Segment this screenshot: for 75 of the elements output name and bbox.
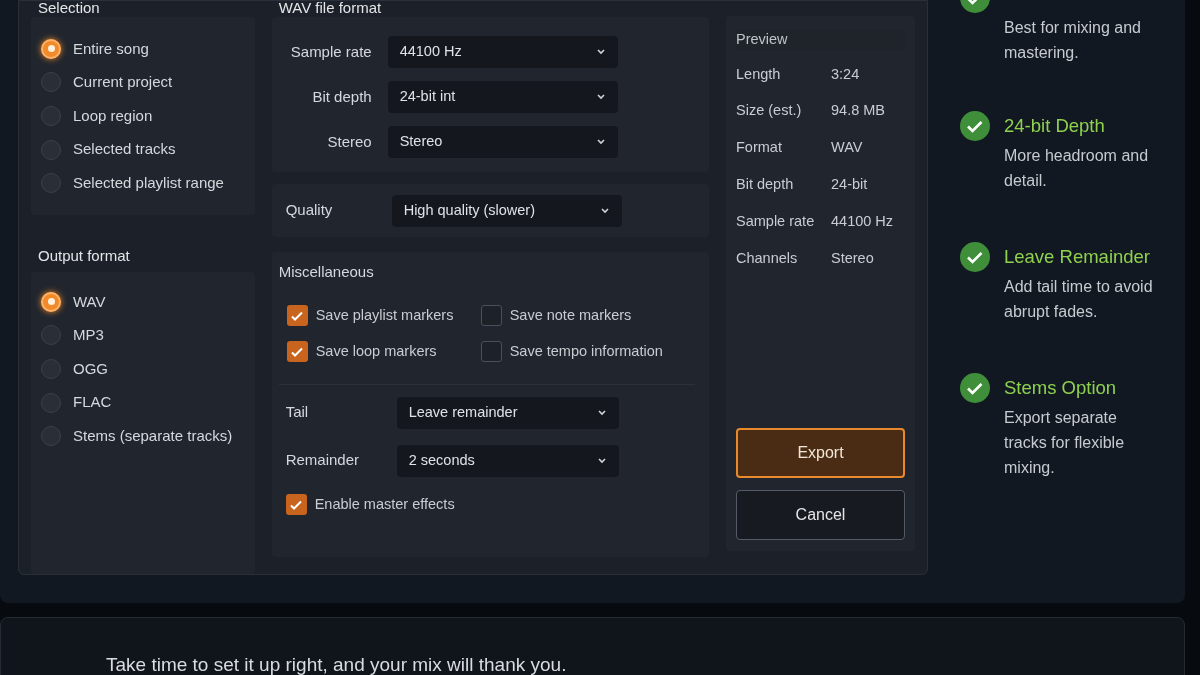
group-label: Output format bbox=[38, 247, 130, 264]
chevron-down-icon bbox=[595, 93, 606, 101]
preview-value: Stereo bbox=[831, 248, 874, 268]
preview-label: Sample rate bbox=[736, 211, 816, 231]
tip-text: Best for mixing and mastering. bbox=[1004, 18, 1142, 63]
checkbox[interactable] bbox=[480, 341, 502, 362]
dropdown[interactable]: 24-bit int bbox=[387, 81, 618, 113]
field-label: Stereo bbox=[326, 131, 372, 152]
dropdown[interactable]: 2 seconds bbox=[396, 444, 619, 477]
chevron-down-icon bbox=[596, 408, 607, 417]
dropdown[interactable]: High quality (slower) bbox=[391, 194, 622, 227]
option-label: OGG bbox=[73, 358, 108, 379]
option-label: Selected tracks bbox=[73, 139, 176, 160]
tip-title: Stems Option bbox=[1004, 376, 1118, 400]
preview-label: Format bbox=[736, 138, 783, 158]
radio-button[interactable] bbox=[41, 426, 61, 447]
option-label: Loop region bbox=[73, 105, 153, 126]
field-label: Bit depth bbox=[311, 86, 372, 107]
field-label: Sample rate bbox=[289, 41, 372, 62]
radio-button[interactable] bbox=[41, 173, 61, 194]
footer-text: Take time to set it up right, and your mix will thank you. bbox=[106, 654, 567, 675]
group-label: WAV file format bbox=[278, 1, 383, 17]
preview-value: 3:24 bbox=[831, 64, 860, 84]
preview-label: Size (est.) bbox=[736, 101, 803, 121]
export-button[interactable]: Export bbox=[736, 428, 905, 478]
chevron-down-icon bbox=[595, 48, 606, 56]
checkbox-label: Save tempo information bbox=[509, 341, 663, 361]
option-label: Stems (separate tracks) bbox=[73, 425, 233, 446]
chevron-down-icon bbox=[599, 206, 610, 215]
preview-value: 94.8 MB bbox=[831, 101, 885, 121]
radio-button[interactable] bbox=[41, 72, 61, 93]
dropdown[interactable]: 44100 Hz bbox=[387, 36, 618, 68]
option-label: WAV bbox=[73, 291, 106, 312]
checkbox[interactable] bbox=[285, 494, 307, 515]
preview-label: Bit depth bbox=[736, 174, 795, 194]
tip-title: Leave Remainder bbox=[1004, 245, 1152, 269]
radio-button[interactable] bbox=[41, 392, 61, 413]
radio-button[interactable] bbox=[41, 139, 61, 160]
preview-value: 44100 Hz bbox=[831, 211, 894, 231]
option-label: Current project bbox=[73, 72, 173, 93]
check-circle-icon bbox=[960, 242, 990, 272]
checkbox[interactable] bbox=[286, 341, 308, 362]
group-label: Selection bbox=[38, 1, 101, 17]
option-label: FLAC bbox=[73, 392, 112, 413]
checkbox[interactable] bbox=[480, 305, 502, 326]
chevron-down-icon bbox=[595, 138, 606, 146]
preview-value: WAV bbox=[831, 138, 863, 158]
dropdown[interactable]: Leave remainder bbox=[396, 396, 619, 429]
field-label: Quality bbox=[285, 200, 334, 221]
tip-text: More headroom and detail. bbox=[1004, 146, 1150, 191]
preview-label: Channels bbox=[736, 248, 799, 268]
check-circle-icon bbox=[960, 373, 990, 403]
dropdown[interactable]: Stereo bbox=[387, 126, 618, 158]
cancel-button[interactable]: Cancel bbox=[736, 490, 905, 540]
preview-label: Length bbox=[736, 64, 782, 84]
checkbox-label: Save loop markers bbox=[315, 341, 437, 361]
radio-button[interactable] bbox=[41, 325, 61, 346]
tip-title: 24-bit Depth bbox=[1004, 114, 1106, 138]
radio-button[interactable] bbox=[41, 106, 61, 126]
tip-text: Add tail time to avoid abrupt fades. bbox=[1004, 277, 1154, 322]
checkbox[interactable] bbox=[286, 305, 308, 326]
tip-text: Export separate tracks for flexible mixing. bbox=[1004, 408, 1126, 478]
check-circle-icon bbox=[960, 111, 990, 141]
option-label: Entire song bbox=[73, 38, 149, 59]
option-label: Selected playlist range bbox=[73, 172, 224, 193]
radio-button[interactable] bbox=[41, 359, 61, 379]
checkbox-label: Save playlist markers bbox=[315, 305, 454, 325]
preview-value: 24-bit bbox=[831, 174, 868, 194]
option-label: MP3 bbox=[73, 325, 104, 346]
checkbox-label: Enable master effects bbox=[314, 494, 455, 514]
checkbox-label: Save note markers bbox=[509, 305, 632, 325]
field-label: Tail bbox=[284, 402, 310, 423]
chevron-down-icon bbox=[596, 456, 607, 465]
field-label: Remainder bbox=[284, 450, 361, 471]
group-label: Miscellaneous bbox=[278, 262, 375, 282]
